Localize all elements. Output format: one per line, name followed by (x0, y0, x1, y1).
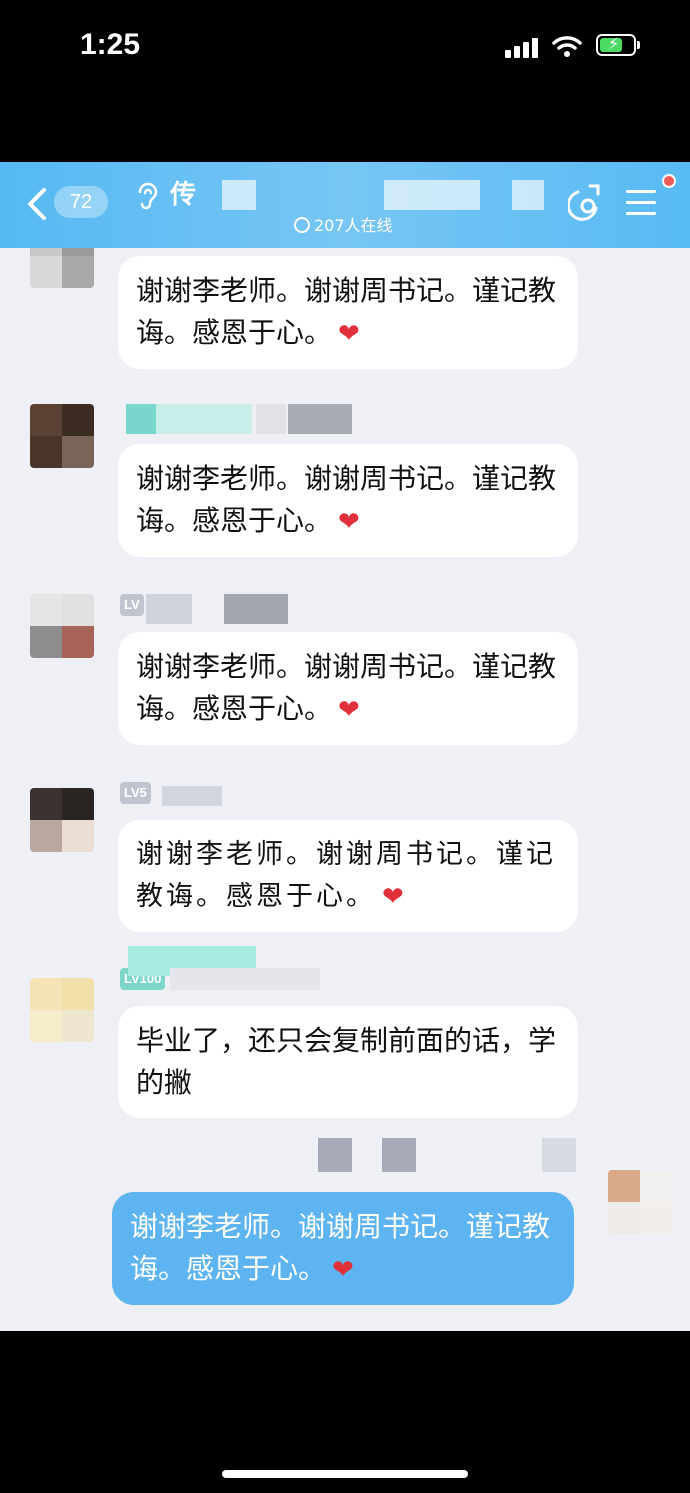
heart-emoji-icon: ❤ (382, 882, 407, 912)
wifi-icon (552, 36, 582, 57)
message-bubble[interactable]: 毕业了，还只会复制前面的话，学的撇 (118, 1006, 578, 1118)
chat-header: 72 传 207人在线 (0, 162, 690, 248)
ear-mode-icon[interactable] (134, 182, 158, 210)
group-call-icon[interactable] (568, 182, 604, 222)
avatar[interactable] (30, 248, 94, 288)
avatar[interactable] (30, 978, 94, 1042)
battery-icon: ⚡ (596, 34, 636, 56)
sender-nickname[interactable] (126, 404, 356, 434)
heart-emoji-icon: ❤ (338, 319, 360, 349)
message-bubble[interactable]: 谢谢李老师。谢谢周书记。谨记教诲。感恩于心。 ❤ (118, 632, 578, 745)
message-bubble[interactable]: 谢谢李老师。谢谢周书记。谨记教诲。感恩于心。 ❤ (118, 444, 578, 557)
message-bubble[interactable]: 谢谢李老师。谢谢周书记。谨记教诲。感恩于心。 ❤ (118, 256, 578, 369)
online-count[interactable]: 207人在线 (294, 212, 393, 236)
level-badge: LV (120, 594, 144, 616)
online-status-icon (294, 217, 310, 233)
redacted-title (512, 180, 544, 210)
status-bar: 1:25 ⚡ (0, 0, 690, 162)
cellular-signal-icon (505, 36, 541, 58)
sender-title-tag (170, 968, 330, 990)
level-badge: LV5 (120, 782, 151, 804)
redacted-title (222, 180, 256, 210)
heart-emoji-icon: ❤ (338, 695, 360, 725)
home-indicator[interactable] (222, 1470, 468, 1478)
sender-nickname[interactable] (318, 1138, 578, 1172)
battery-cap (637, 41, 640, 49)
avatar[interactable] (30, 404, 94, 468)
status-time: 1:25 (80, 28, 141, 61)
menu-icon[interactable] (626, 190, 656, 216)
notification-dot (662, 174, 676, 188)
chat-message-list[interactable]: 谢谢李老师。谢谢周书记。谨记教诲。感恩于心。 ❤ 谢谢李老师。谢谢周书记。谨记教诲… (0, 248, 690, 1331)
back-chevron-icon[interactable] (24, 186, 50, 222)
sender-nickname[interactable] (146, 594, 290, 624)
avatar[interactable] (608, 1170, 672, 1234)
own-message-bubble[interactable]: 谢谢李老师。谢谢周书记。谨记教诲。感恩于心。 ❤ (112, 1192, 574, 1305)
message-bubble[interactable]: 谢谢李老师。谢谢周书记。谨记教诲。感恩于心。 ❤ (118, 820, 578, 932)
group-title[interactable]: 传 (170, 174, 196, 211)
heart-emoji-icon: ❤ (332, 1255, 354, 1285)
unread-count-badge[interactable]: 72 (54, 186, 108, 218)
avatar[interactable] (30, 788, 94, 852)
sender-nickname[interactable] (162, 786, 222, 806)
redacted-title (384, 180, 480, 210)
avatar[interactable] (30, 594, 94, 658)
heart-emoji-icon: ❤ (338, 507, 360, 537)
